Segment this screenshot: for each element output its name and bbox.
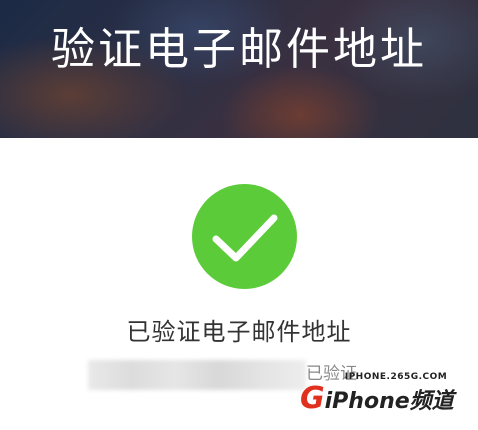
watermark-logo: GiPhone频道: [300, 382, 470, 416]
redacted-email-address: [88, 360, 306, 390]
verified-message: 已验证电子邮件地址: [126, 318, 352, 346]
page-title: 验证电子邮件地址: [51, 24, 427, 75]
watermark-logo-letter: G: [300, 381, 325, 416]
watermark-logo-text: iPhone频道: [324, 389, 454, 414]
checkmark-icon: [192, 184, 297, 289]
header-banner: 验证电子邮件地址: [0, 0, 478, 138]
watermark-url: IPHONE.265G.COM: [344, 372, 448, 382]
checkmark-glyph: [212, 214, 278, 262]
